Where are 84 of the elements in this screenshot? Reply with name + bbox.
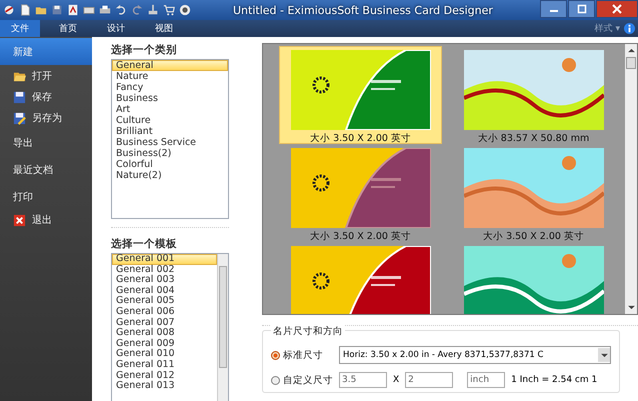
template-card[interactable]: 大小 3.50 X 2.00 英寸: [279, 46, 442, 144]
category-item[interactable]: Business Service: [112, 137, 228, 148]
template-item[interactable]: General 007: [112, 318, 217, 328]
card-size-label: 大小 3.50 X 2.00 英寸: [310, 132, 411, 145]
undo-icon[interactable]: [115, 4, 127, 16]
template-card[interactable]: 大小 3.50 X 2.00 英寸: [452, 144, 615, 242]
group-title: 名片尺寸和方向: [271, 325, 345, 338]
sidebar-item[interactable]: 另存为: [0, 108, 92, 128]
standard-size-dropdown[interactable]: Horiz: 3.50 x 2.00 in - Avery 8371,5377,8371 C: [339, 346, 611, 364]
template-item[interactable]: General 008: [112, 328, 217, 339]
conversion-text: 1 Inch = 2.54 cm 1: [511, 375, 598, 385]
template-item[interactable]: General 013: [112, 381, 217, 392]
ribbon-tab[interactable]: 设计: [96, 20, 136, 37]
radio-button[interactable]: [271, 376, 280, 384]
category-heading: 选择一个类别: [111, 43, 178, 57]
window-title: Untitled - EximiousSoft Business Card Designer: [232, 4, 494, 16]
sidebar-item[interactable]: 新建: [0, 38, 92, 65]
template-item[interactable]: General 005: [112, 296, 217, 307]
close-icon: [612, 4, 622, 14]
sidebar-item[interactable]: 打印: [0, 184, 92, 209]
scroll-up-icon[interactable]: [628, 48, 634, 53]
scroll-thumb[interactable]: [626, 57, 636, 69]
sidebar-item[interactable]: 最近文档: [0, 157, 92, 182]
template-item[interactable]: General 012: [112, 370, 217, 382]
template-item[interactable]: General 006: [112, 306, 217, 318]
pdf-icon[interactable]: [67, 4, 79, 16]
unit-dropdown[interactable]: inch: [467, 372, 506, 388]
radio-option[interactable]: 自定义尺寸: [271, 374, 333, 386]
card-size-label: 大小 3.50 X 2.00 英寸: [310, 230, 411, 243]
new-file-icon[interactable]: [19, 4, 31, 16]
template-item[interactable]: General 003: [112, 275, 217, 286]
height-field[interactable]: 2: [405, 372, 454, 388]
category-item[interactable]: Nature(2): [112, 170, 228, 181]
caret-icon: [600, 352, 608, 358]
card-icon[interactable]: [83, 4, 95, 16]
save-as-icon: [13, 112, 26, 124]
scrollbar[interactable]: [625, 44, 637, 314]
template-item[interactable]: General 011: [112, 360, 217, 371]
help-icon[interactable]: [179, 4, 191, 16]
category-item[interactable]: Nature: [112, 71, 228, 82]
sidebar-item[interactable]: 保存: [0, 87, 92, 107]
ribbon-tab[interactable]: 文件: [0, 20, 40, 37]
category-item[interactable]: Brilliant: [112, 126, 228, 137]
app-icon: [3, 4, 15, 16]
card-size-label: 大小 83.57 X 50.80 mm: [478, 132, 590, 145]
category-item[interactable]: Culture: [112, 115, 228, 126]
exit-icon: [13, 214, 26, 226]
template-card[interactable]: 大小 3.50 X 2.00 英寸: [279, 144, 442, 242]
scrollbar[interactable]: [217, 254, 228, 401]
category-item[interactable]: General: [112, 60, 228, 71]
template-item[interactable]: General 009: [112, 338, 217, 350]
cart-icon[interactable]: [163, 4, 175, 16]
template-item[interactable]: General 001: [112, 254, 217, 265]
category-item[interactable]: Fancy: [112, 82, 228, 93]
info-icon[interactable]: [624, 23, 635, 34]
minimize-button[interactable]: [540, 0, 567, 18]
radio-button[interactable]: [271, 350, 280, 360]
card-size-label: 大小 3.50 X 2.00 英寸: [483, 230, 584, 243]
sidebar-item[interactable]: 退出: [0, 210, 92, 230]
printer-icon[interactable]: [99, 4, 111, 16]
save-icon[interactable]: [51, 4, 63, 16]
scroll-down-icon[interactable]: [628, 305, 634, 310]
times-label: X: [393, 375, 400, 385]
template-item[interactable]: General 002: [112, 264, 217, 276]
template-heading: 选择一个模板: [111, 237, 178, 251]
category-item[interactable]: Business(2): [112, 148, 228, 159]
radio-option[interactable]: 标准尺寸: [271, 348, 333, 362]
sidebar-item[interactable]: 打开: [0, 66, 92, 86]
style-menu[interactable]: 样式 ▾: [594, 22, 620, 35]
ribbon-tab[interactable]: 首页: [48, 20, 88, 37]
template-item[interactable]: General 004: [112, 286, 217, 296]
ribbon-tab[interactable]: 视图: [144, 20, 184, 37]
category-item[interactable]: Art: [112, 104, 228, 115]
template-item[interactable]: General 010: [112, 349, 217, 360]
stamp-icon[interactable]: [147, 4, 159, 16]
maximize-icon: [576, 4, 586, 14]
category-item[interactable]: Business: [112, 93, 228, 104]
width-field[interactable]: 3.5: [339, 372, 387, 388]
template-card[interactable]: 大小 83.57 X 50.80 mm: [452, 46, 615, 144]
category-item[interactable]: Colorful: [112, 159, 228, 170]
redo-icon[interactable]: [131, 4, 143, 16]
close-button[interactable]: [596, 0, 638, 18]
maximize-button[interactable]: [568, 0, 595, 18]
sidebar-item[interactable]: 导出: [0, 130, 92, 155]
